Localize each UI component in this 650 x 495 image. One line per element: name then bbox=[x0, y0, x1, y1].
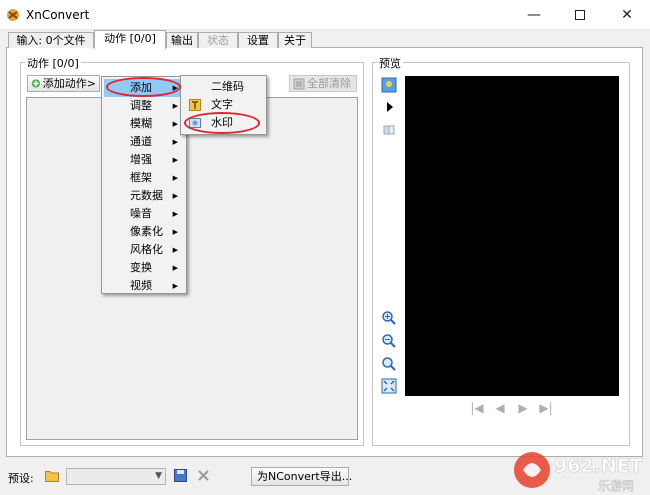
next-image-icon[interactable]: ▶ bbox=[515, 400, 531, 416]
minimize-button[interactable]: — bbox=[511, 0, 557, 30]
title-bar: XnConvert — ✕ bbox=[0, 0, 650, 30]
tab-input[interactable]: 输入: 0个文件 bbox=[8, 32, 94, 48]
preset-dropdown[interactable]: ▼ bbox=[66, 468, 166, 485]
site-watermark-logo: 962.NET 乐游网 bbox=[514, 452, 643, 493]
load-image-icon[interactable] bbox=[381, 77, 397, 93]
menu-item-pixelate[interactable]: 像素化 ▶ bbox=[104, 223, 184, 241]
menu-item-video[interactable]: 视频 ▶ bbox=[104, 277, 184, 295]
submenu-arrow-icon: ▶ bbox=[172, 120, 178, 128]
save-preset-icon[interactable] bbox=[174, 469, 187, 482]
add-action-button[interactable]: 添加动作> bbox=[27, 75, 100, 92]
window-title: XnConvert bbox=[26, 8, 90, 22]
tab-settings[interactable]: 设置 bbox=[238, 32, 278, 48]
close-icon: ✕ bbox=[621, 7, 633, 23]
menu-item-metadata[interactable]: 元数据 ▶ bbox=[104, 187, 184, 205]
submenu-arrow-icon: ▶ bbox=[172, 174, 178, 182]
close-button[interactable]: ✕ bbox=[604, 0, 650, 30]
zoom-out-icon[interactable] bbox=[381, 333, 397, 349]
chevron-down-icon: ▼ bbox=[155, 471, 162, 481]
menu-item-frame[interactable]: 框架 ▶ bbox=[104, 169, 184, 187]
first-image-icon[interactable]: |◀ bbox=[469, 400, 485, 416]
actions-list[interactable] bbox=[26, 97, 358, 440]
submenu-item-qrcode[interactable]: 二维码 bbox=[183, 78, 265, 96]
export-nconvert-button[interactable]: 为NConvert导出... bbox=[251, 467, 353, 486]
maximize-button[interactable] bbox=[557, 0, 603, 30]
last-image-icon[interactable]: ▶| bbox=[538, 400, 554, 416]
export-nconvert-label: 为NConvert导出... bbox=[257, 470, 353, 483]
submenu-arrow-icon: ▶ bbox=[172, 102, 178, 110]
submenu-arrow-icon: ▶ bbox=[172, 192, 178, 200]
minimize-icon: — bbox=[527, 7, 541, 23]
actions-group-title: 动作 [0/0] bbox=[25, 55, 81, 71]
action-context-menu: 添加 ▶ 调整 ▶ 模糊 ▶ 通道 ▶ 增强 ▶ 框架 ▶ 元数据 ▶ 噪音 ▶… bbox=[101, 76, 187, 294]
menu-item-enhance[interactable]: 增强 ▶ bbox=[104, 151, 184, 169]
svg-text:乐游网: 乐游网 bbox=[598, 479, 634, 493]
maximize-icon bbox=[575, 10, 585, 20]
submenu-arrow-icon: ▶ bbox=[172, 156, 178, 164]
submenu-arrow-icon: ▶ bbox=[172, 264, 178, 272]
previous-image-icon[interactable]: ◀ bbox=[492, 400, 508, 416]
submenu-arrow-icon: ▶ bbox=[172, 84, 178, 92]
clear-all-label: 全部清除 bbox=[307, 77, 351, 90]
text-icon bbox=[189, 99, 201, 111]
submenu-arrow-icon: ▶ bbox=[172, 138, 178, 146]
compare-icon[interactable] bbox=[381, 122, 397, 138]
submenu-arrow-icon: ▶ bbox=[172, 282, 178, 290]
tab-actions[interactable]: 动作 [0/0] bbox=[94, 30, 166, 49]
menu-item-add[interactable]: 添加 ▶ bbox=[104, 79, 184, 97]
fit-to-window-icon[interactable] bbox=[381, 378, 397, 394]
play-icon[interactable] bbox=[381, 99, 397, 115]
submenu-arrow-icon: ▶ bbox=[172, 246, 178, 254]
menu-item-adjust[interactable]: 调整 ▶ bbox=[104, 97, 184, 115]
submenu-arrow-icon: ▶ bbox=[172, 210, 178, 218]
menu-item-transform[interactable]: 变换 ▶ bbox=[104, 259, 184, 277]
menu-item-noise[interactable]: 噪音 ▶ bbox=[104, 205, 184, 223]
svg-text:962.NET: 962.NET bbox=[554, 455, 643, 477]
menu-item-stylize[interactable]: 风格化 ▶ bbox=[104, 241, 184, 259]
submenu-arrow-icon: ▶ bbox=[172, 228, 178, 236]
preview-group-title: 预览 bbox=[377, 55, 403, 71]
menu-item-blur[interactable]: 模糊 ▶ bbox=[104, 115, 184, 133]
clear-all-icon bbox=[293, 78, 305, 89]
submenu-item-text[interactable]: 文字 bbox=[183, 96, 265, 114]
clear-all-button[interactable]: 全部清除 bbox=[289, 75, 357, 92]
open-folder-icon[interactable] bbox=[45, 469, 59, 482]
delete-preset-icon[interactable] bbox=[198, 470, 209, 481]
add-action-label: 添加动作> bbox=[42, 77, 96, 90]
menu-item-channel[interactable]: 通道 ▶ bbox=[104, 133, 184, 151]
watermark-icon bbox=[189, 118, 201, 128]
tab-status[interactable]: 状态 bbox=[198, 32, 238, 48]
add-submenu: 二维码 文字 水印 bbox=[180, 75, 267, 135]
tab-about[interactable]: 关于 bbox=[278, 32, 312, 48]
zoom-in-icon[interactable] bbox=[381, 310, 397, 326]
preview-canvas bbox=[405, 76, 619, 396]
submenu-item-watermark[interactable]: 水印 bbox=[183, 114, 265, 132]
preset-label: 预设: bbox=[8, 472, 34, 485]
add-action-icon bbox=[31, 79, 41, 88]
xnconvert-logo-icon bbox=[7, 9, 19, 21]
zoom-actual-icon[interactable] bbox=[381, 356, 397, 372]
tab-output[interactable]: 输出 bbox=[166, 32, 198, 48]
